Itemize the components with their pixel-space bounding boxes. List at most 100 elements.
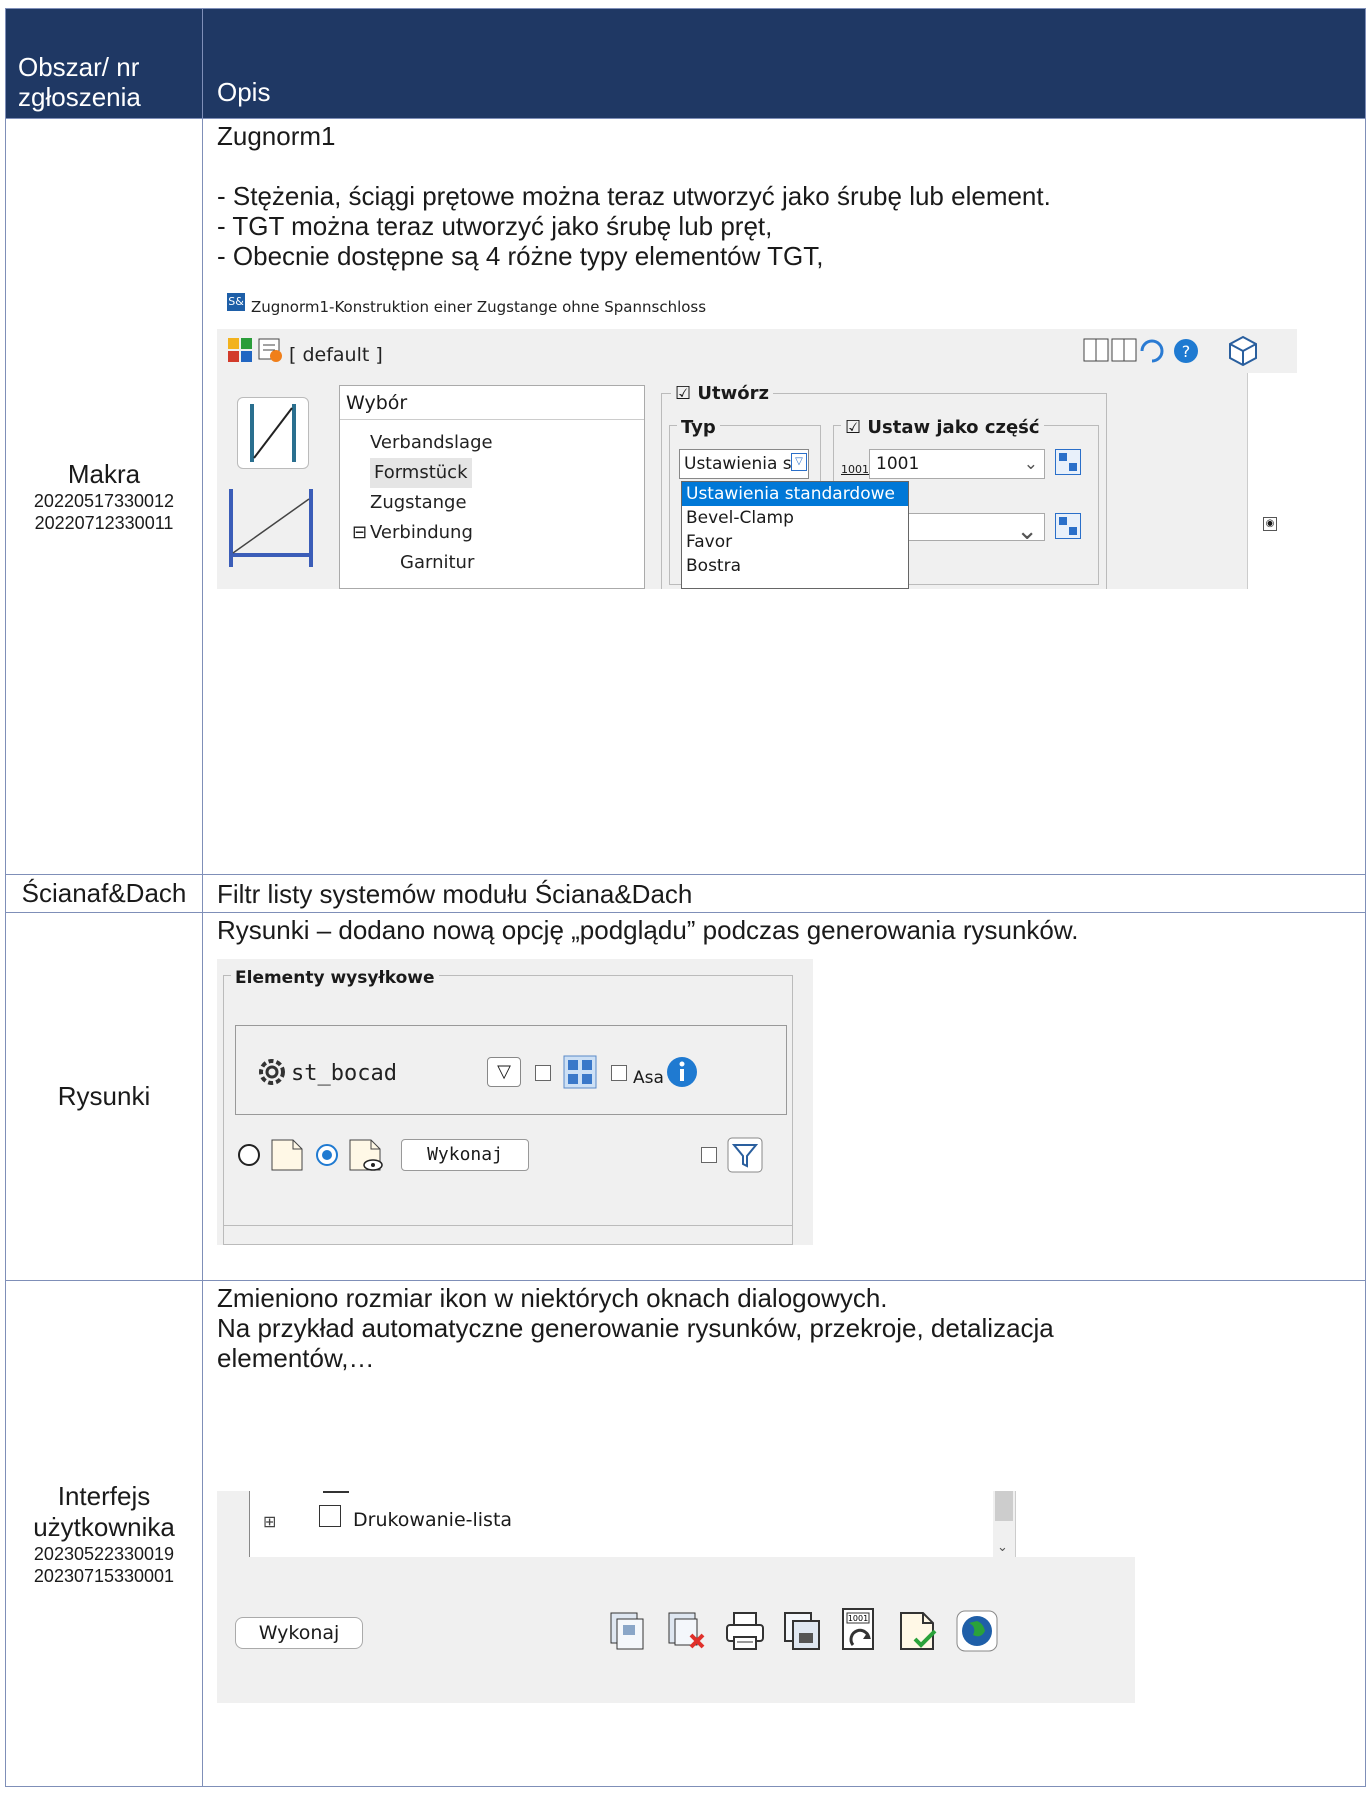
type-select[interactable]: Ustawienia st <box>679 449 809 479</box>
bullet-item: - Obecnie dostępne są 4 różne typy eleme… <box>217 241 824 271</box>
area-cell: Rysunki <box>5 912 203 1281</box>
config-name: st_bocad <box>291 1061 397 1086</box>
shipping-elements-screenshot: Elementy wysyłkowe st_bocad ▽ Asa Wykona… <box>217 959 813 1245</box>
next-group-edge <box>223 1225 793 1245</box>
config-list-icon[interactable] <box>257 337 283 363</box>
execute-label: Wykonaj <box>258 1622 340 1644</box>
desc-cell: Zmieniono rozmiar ikon w niektórych okna… <box>202 1280 1366 1787</box>
tree-item[interactable]: Verbindung <box>370 518 473 548</box>
tree-header: Wybór <box>340 386 644 420</box>
scroll-down-icon[interactable]: ⌄ <box>997 1533 1008 1563</box>
tree-item-selected[interactable]: Formstück <box>370 458 472 488</box>
macro-title: Zugnorm1 <box>217 121 336 151</box>
camera-icon[interactable]: ◉ <box>1263 517 1277 531</box>
filter-checkbox[interactable] <box>701 1147 717 1163</box>
dropdown-triangle-icon[interactable]: ▽ <box>487 1057 521 1087</box>
filter-icon[interactable] <box>727 1137 763 1173</box>
print-dialog-screenshot: ⊞ Drukowanie-lista ⌄ Wykonaj 1001 <box>217 1491 1135 1703</box>
type-select-value: Ustawienia st <box>684 454 799 474</box>
area-name-line1: Interfejs <box>57 1480 151 1511</box>
area-cell: Makra 20220517330012 20220712330011 <box>5 118 203 875</box>
layout-grid-icon[interactable] <box>1055 449 1081 475</box>
area-name-line2: użytkownika <box>33 1511 175 1542</box>
desc-line: Zmieniono rozmiar ikon w niektórych okna… <box>217 1283 888 1313</box>
info-icon[interactable] <box>665 1055 699 1089</box>
ticket-code: 20220712330011 <box>34 513 174 533</box>
copy-sheets-icon[interactable] <box>781 1609 825 1653</box>
3d-cube-icon[interactable] <box>1227 335 1259 367</box>
table-row-sciana: Ścianaf&Dach Filtr listy systemów modułu… <box>5 874 1366 913</box>
tree-expand-icon[interactable]: ⊞ <box>263 1507 276 1537</box>
desc-cell: Rysunki – dodano nową opcję „podglądu” p… <box>202 912 1366 1281</box>
renumber-icon[interactable]: 1001 <box>839 1607 883 1653</box>
tree-item[interactable]: Garnitur <box>400 548 474 578</box>
radio-selected-icon[interactable] <box>315 1143 339 1167</box>
document-icon[interactable] <box>269 1137 305 1173</box>
radio-unselected-icon[interactable] <box>237 1143 261 1167</box>
app-badge-icon: S& <box>227 293 245 311</box>
ticket-code: 20230715330001 <box>33 1565 175 1586</box>
chevron-down-icon[interactable]: ▽ <box>791 453 807 471</box>
desc-cell: Zugnorm1 - Stężenia, ściągi prętowe możn… <box>202 118 1366 875</box>
profile-name: [ default ] <box>289 344 383 366</box>
header-area-line1: Obszar/ nr <box>18 52 140 82</box>
dropdown-option[interactable]: Bostra <box>682 554 908 578</box>
frame-bracing-icon <box>225 485 317 569</box>
delete-drawing-icon[interactable] <box>665 1609 709 1653</box>
layout-grid-icon[interactable] <box>227 337 253 363</box>
tree-expand-icon[interactable]: ⊟ <box>352 518 367 548</box>
asa-checkbox[interactable] <box>611 1065 627 1081</box>
create-label: Utwórz <box>697 383 769 404</box>
book-tools-icons[interactable]: ? <box>1082 337 1202 365</box>
table-row-makra: Makra 20220517330012 20220712330011 Zugn… <box>5 118 1366 875</box>
type-label: Typ <box>677 413 720 443</box>
window-title: Zugnorm1-Konstruktion einer Zugstange oh… <box>251 298 707 316</box>
layout-grid-icon[interactable] <box>1055 513 1081 539</box>
document-preview-icon[interactable] <box>347 1137 385 1175</box>
dropdown-option-selected[interactable]: Ustawienia standardowe <box>682 482 908 506</box>
execute-button[interactable]: Wykonaj <box>235 1617 363 1649</box>
side-strip <box>1247 373 1297 589</box>
svg-text:1001: 1001 <box>848 1614 868 1623</box>
zugnorm-dialog-screenshot: S& Zugnorm1-Konstruktion einer Zugstange… <box>217 287 1297 589</box>
desc-line: elementów,… <box>217 1343 375 1373</box>
bracing-preview-icon[interactable] <box>237 397 309 469</box>
part-number-value: 1001 <box>876 454 920 474</box>
table-header-row: Obszar/ nr zgłoszenia Opis <box>5 8 1366 119</box>
grid-view-icon[interactable] <box>563 1055 597 1089</box>
desc-line: Na przykład automatyczne generowanie rys… <box>217 1313 1054 1343</box>
dropdown-option[interactable]: Bevel-Clamp <box>682 506 908 530</box>
execute-label: Wykonaj <box>427 1144 503 1165</box>
part-number-select[interactable]: 1001 ⌄ <box>869 449 1045 479</box>
ticket-code: 20220517330012 <box>33 491 175 511</box>
desc-cell: Filtr listy systemów modułu Ściana&Dach <box>202 874 1366 913</box>
svg-text:?: ? <box>1182 342 1191 361</box>
tree-item-label: Drukowanie-lista <box>353 1509 513 1531</box>
area-cell: Ścianaf&Dach <box>5 874 203 913</box>
ticket-code: 20230522330019 <box>33 1543 175 1564</box>
printer-icon[interactable] <box>723 1609 767 1653</box>
execute-button[interactable]: Wykonaj <box>401 1139 529 1171</box>
checkbox[interactable] <box>535 1065 551 1081</box>
chevron-down-icon: ⌄ <box>1023 454 1038 474</box>
bullet-item: - Stężenia, ściągi prętowe można teraz u… <box>217 181 1051 211</box>
group-title: Elementy wysyłkowe <box>231 963 439 993</box>
globe-icon[interactable] <box>955 1609 999 1653</box>
dropdown-option[interactable]: Favor <box>682 530 908 554</box>
scrollbar-thumb[interactable] <box>995 1491 1013 1521</box>
tree-item[interactable]: Verbandslage <box>370 428 493 458</box>
chevron-down-icon: ⌄ <box>1016 516 1038 546</box>
batch-drawing-icon[interactable] <box>607 1609 651 1653</box>
asa-label: Asa <box>633 1068 664 1088</box>
tree-checkbox[interactable] <box>319 1505 341 1527</box>
approve-document-icon[interactable] <box>897 1609 941 1653</box>
area-cell: Interfejs użytkownika 20230522330019 202… <box>5 1280 203 1787</box>
set-as-part-checkbox[interactable]: ☑ Ustaw jako część <box>841 413 1044 443</box>
tree-item[interactable]: Zugstange <box>370 488 467 518</box>
type-dropdown-list[interactable]: Ustawienia standardowe Bevel-Clamp Favor… <box>681 481 909 589</box>
create-checkbox[interactable]: ☑ Utwórz <box>671 379 773 409</box>
gear-icon[interactable] <box>255 1055 289 1089</box>
selection-tree[interactable]: Wybór Verbandslage Formstück Zugstange ⊟… <box>339 385 645 589</box>
bullet-item: - TGT można teraz utworzyć jako śrubę lu… <box>217 211 773 241</box>
release-notes-table: Obszar/ nr zgłoszenia Opis Makra 2022051… <box>5 8 1366 1787</box>
